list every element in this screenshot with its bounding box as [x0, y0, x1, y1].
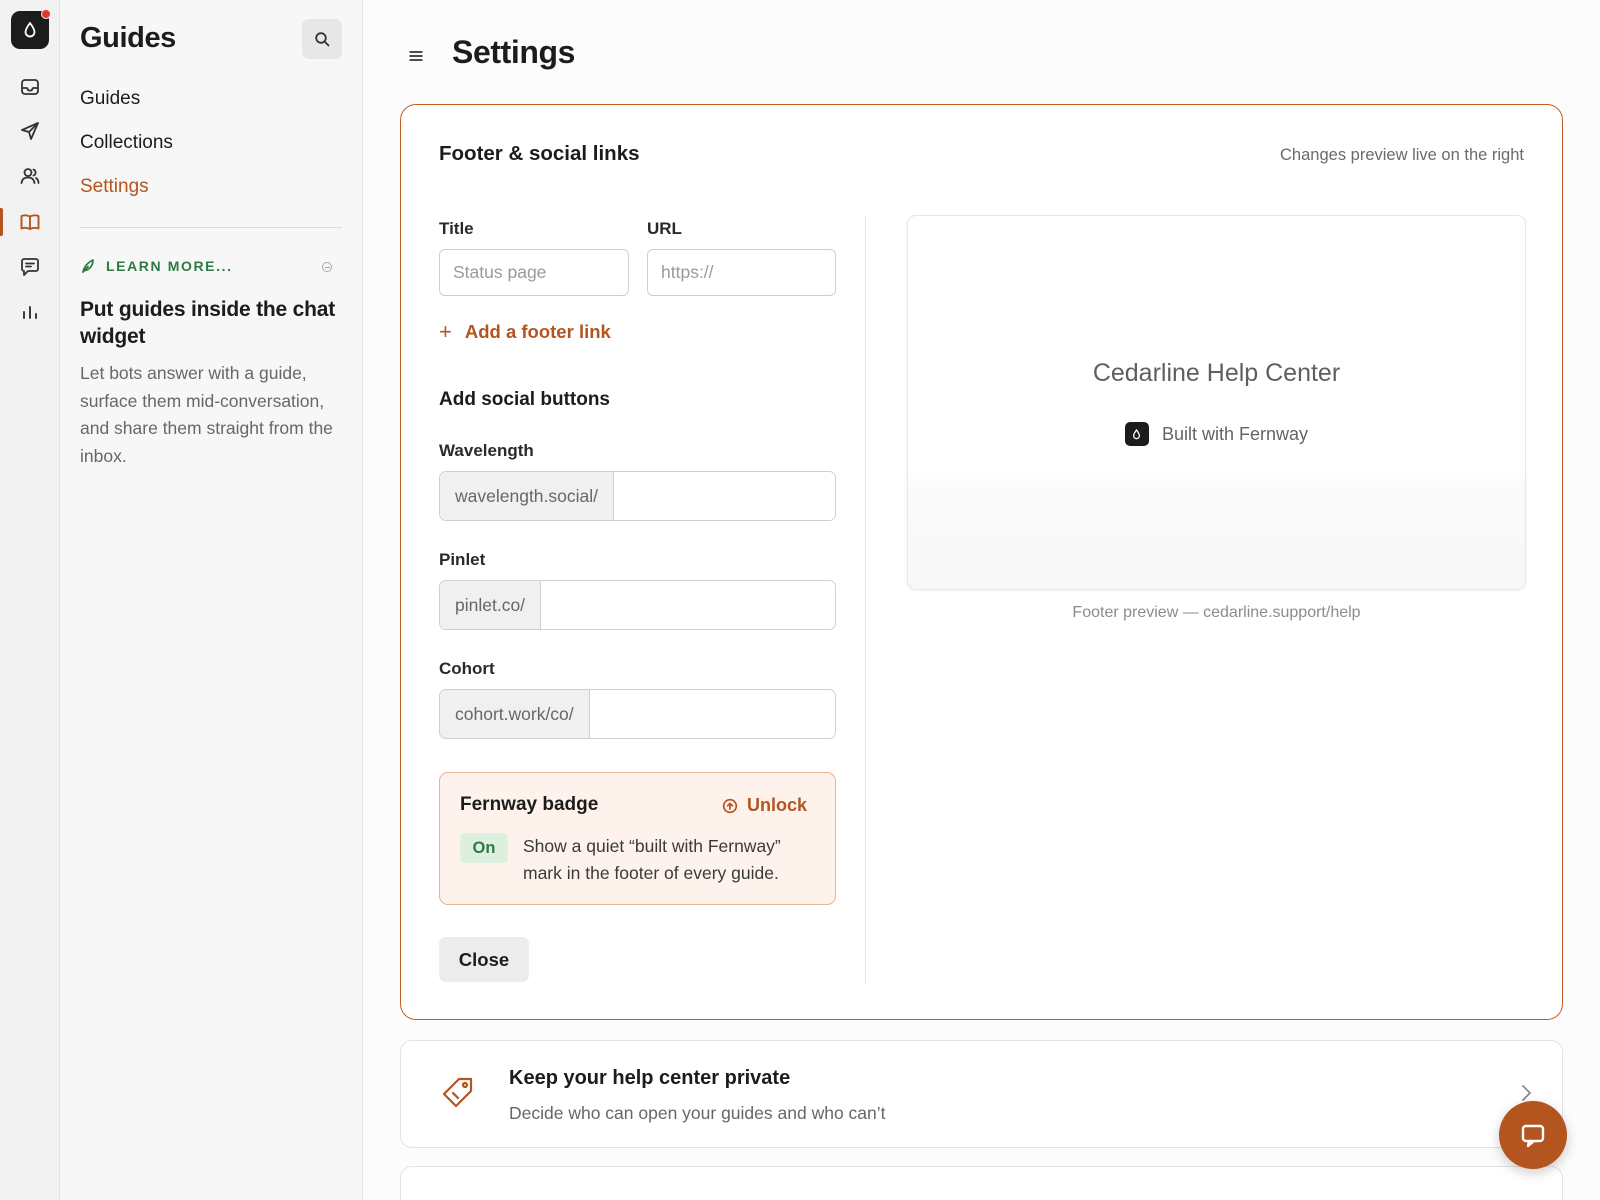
search-button[interactable]: [302, 19, 342, 59]
drop-icon: [24, 22, 36, 38]
wavelength-field: wavelength.social/: [439, 471, 836, 521]
footer-preview: Cedarline Help Center Built with Fernway: [907, 215, 1526, 590]
private-card-subtitle: Decide who can open your guides and who …: [509, 1103, 886, 1123]
private-help-center-card[interactable]: Keep your help center private Decide who…: [400, 1040, 1563, 1148]
learn-title: Put guides inside the chat widget: [80, 298, 336, 348]
panel-divider: [865, 215, 866, 985]
unlock-label: Unlock: [746, 795, 807, 815]
people-icon[interactable]: [14, 160, 46, 192]
pinlet-prefix: pinlet.co/: [440, 581, 542, 629]
social-heading: Add social buttons: [439, 389, 610, 410]
fernway-logo-icon: [1124, 422, 1149, 446]
search-icon: [314, 31, 329, 46]
page-title: Settings: [452, 34, 576, 70]
sidebar-item-settings[interactable]: Settings: [80, 174, 173, 218]
pinlet-field: pinlet.co/: [439, 580, 836, 630]
add-footer-link-button[interactable]: + Add a footer link: [439, 321, 611, 343]
menu-button[interactable]: [404, 44, 428, 68]
wavelength-prefix: wavelength.social/: [440, 472, 614, 520]
icon-rail: [0, 0, 60, 1200]
next-settings-card[interactable]: [400, 1166, 1563, 1200]
sidebar-item-guides[interactable]: Guides: [80, 86, 173, 130]
chart-icon[interactable]: [14, 296, 46, 328]
learn-more-header: LEARN MORE...: [80, 258, 342, 274]
cohort-field: cohort.work/co/: [439, 689, 836, 739]
app-logo[interactable]: [11, 9, 51, 49]
unlock-button[interactable]: Unlock: [722, 795, 807, 816]
guides-sidebar: Guides Guides Collections Settings LEARN…: [60, 0, 363, 1200]
chat-bubble-icon: [1521, 1124, 1545, 1148]
panel-hint: Changes preview live on the right: [1280, 146, 1524, 164]
sidebar-title: Guides: [80, 22, 176, 54]
preview-help-center-name: Cedarline Help Center: [1092, 359, 1341, 387]
chat-icon[interactable]: [14, 251, 46, 283]
footer-link-url-input[interactable]: [647, 249, 836, 296]
chat-fab[interactable]: [1499, 1101, 1567, 1169]
upgrade-icon: [722, 798, 738, 813]
footer-link-title-input[interactable]: [439, 249, 629, 296]
notification-dot: [41, 9, 51, 19]
chevron-right-icon: [1522, 1085, 1531, 1101]
built-with-badge: Built with Fernway: [908, 422, 1525, 446]
book-icon[interactable]: [14, 206, 46, 238]
panel-title: Footer & social links: [439, 142, 640, 165]
add-footer-link-label: Add a footer link: [464, 321, 611, 342]
fernway-badge-card: Fernway badge Unlock On Show a quiet “bu…: [439, 772, 836, 905]
sidebar-nav: Guides Collections Settings: [80, 86, 173, 218]
title-label: Title: [439, 219, 474, 238]
send-icon[interactable]: [14, 115, 46, 147]
plus-icon: +: [439, 319, 452, 344]
badge-description: Show a quiet “built with Fernway” mark i…: [523, 836, 781, 883]
hamburger-icon: [409, 51, 423, 61]
private-card-title: Keep your help center private: [509, 1067, 791, 1089]
close-button[interactable]: Close: [439, 937, 529, 982]
badge-title: Fernway badge: [460, 794, 599, 815]
dismiss-icon[interactable]: [322, 262, 332, 272]
footer-social-panel: Footer & social links Changes preview li…: [400, 104, 1563, 1020]
active-indicator: [0, 208, 3, 236]
preview-caption: Footer preview — cedarline.support/help: [1072, 604, 1361, 621]
badge-status-pill: On: [460, 833, 508, 863]
wavelength-label: Wavelength: [439, 441, 534, 460]
cohort-input[interactable]: [589, 690, 835, 738]
leaf-icon: [82, 259, 94, 273]
pinlet-input[interactable]: [541, 581, 835, 629]
inbox-icon[interactable]: [14, 71, 46, 103]
cohort-label: Cohort: [439, 659, 495, 678]
pinlet-label: Pinlet: [439, 550, 486, 569]
sidebar-divider: [80, 227, 342, 228]
url-label: URL: [647, 219, 682, 238]
preview-bottom-band: [908, 479, 1525, 589]
sidebar-item-collections[interactable]: Collections: [80, 130, 173, 174]
learn-more-label: LEARN MORE...: [106, 258, 233, 274]
built-with-label: Built with Fernway: [1161, 423, 1309, 444]
learn-body: Let bots answer with a guide, surface th…: [80, 363, 333, 466]
cohort-prefix: cohort.work/co/: [440, 690, 590, 738]
tag-icon: [442, 1077, 473, 1108]
wavelength-input[interactable]: [614, 472, 835, 520]
